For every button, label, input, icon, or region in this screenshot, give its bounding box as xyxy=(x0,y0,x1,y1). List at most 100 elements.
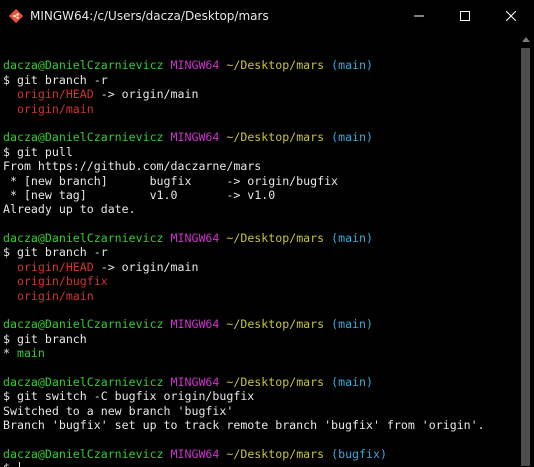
terminal-text: * xyxy=(3,346,17,361)
prompt-host: MINGW64 xyxy=(170,130,220,145)
terminal-line: origin/main xyxy=(3,102,517,116)
terminal-line: dacza@DanielCzarnievicz MINGW64 ~/Deskto… xyxy=(3,231,517,245)
remote-branch-name: origin/HEAD xyxy=(16,87,94,102)
text-cursor xyxy=(18,462,20,467)
minimize-icon xyxy=(414,15,424,16)
local-branch-name: main xyxy=(16,346,45,361)
terminal-line: origin/bugfix xyxy=(3,274,517,288)
terminal-line: * [new tag] v1.0 -> v1.0 xyxy=(3,188,517,202)
prompt-user: dacza@DanielCzarnievicz xyxy=(3,374,164,389)
terminal-output[interactable]: dacza@DanielCzarnievicz MINGW64 ~/Deskto… xyxy=(3,44,517,467)
remote-branch-name: origin/HEAD xyxy=(16,259,94,274)
prompt-user: dacza@DanielCzarnievicz xyxy=(3,231,164,246)
terminal-line: dacza@DanielCzarnievicz MINGW64 ~/Deskto… xyxy=(3,375,517,389)
terminal-text: $ git branch -r xyxy=(3,72,108,87)
maximize-icon xyxy=(460,10,470,21)
prompt-path: ~/Desktop/mars xyxy=(226,446,325,461)
terminal-window: MINGW64:/c/Users/dacza/Desktop/mars dacz… xyxy=(0,0,534,467)
terminal-line: Switched to a new branch 'bugfix' xyxy=(3,404,517,418)
terminal-line: * [new branch] bugfix -> origin/bugfix xyxy=(3,174,517,188)
prompt-path: ~/Desktop/mars xyxy=(226,374,325,389)
prompt-branch: (main) xyxy=(331,130,373,145)
terminal-line: dacza@DanielCzarnievicz MINGW64 ~/Deskto… xyxy=(3,317,517,331)
close-icon xyxy=(506,10,516,21)
prompt-path: ~/Desktop/mars xyxy=(226,130,325,145)
prompt-user: dacza@DanielCzarnievicz xyxy=(3,58,164,73)
terminal-line: $ xyxy=(3,461,517,467)
terminal-text: Branch 'bugfix' set up to track remote b… xyxy=(3,418,485,433)
terminal-text: $ git switch -C bugfix origin/bugfix xyxy=(3,389,255,404)
terminal-text: -> origin/main xyxy=(93,87,199,102)
terminal-text: * [new branch] bugfix -> origin/bugfix xyxy=(3,173,339,188)
window-title: MINGW64:/c/Users/dacza/Desktop/mars xyxy=(30,8,269,23)
terminal-text: From https://github.com/daczarne/mars xyxy=(3,159,262,174)
terminal-text: Switched to a new branch 'bugfix' xyxy=(3,403,234,418)
remote-branch-name: origin/main xyxy=(16,101,94,116)
terminal-line: origin/HEAD -> origin/main xyxy=(3,87,517,101)
maximize-button[interactable] xyxy=(442,0,488,31)
terminal-line: dacza@DanielCzarnievicz MINGW64 ~/Deskto… xyxy=(3,58,517,72)
prompt-path: ~/Desktop/mars xyxy=(226,58,325,73)
terminal-text: $ git branch -r xyxy=(3,245,108,260)
terminal-line: dacza@DanielCzarnievicz MINGW64 ~/Deskto… xyxy=(3,447,517,461)
prompt-branch: (main) xyxy=(331,231,373,246)
minimize-button[interactable] xyxy=(396,0,442,31)
terminal-line: $ git branch -r xyxy=(3,245,517,259)
terminal-line: Already up to date. xyxy=(3,202,517,216)
prompt-user: dacza@DanielCzarnievicz xyxy=(3,130,164,145)
terminal-line: origin/main xyxy=(3,289,517,303)
remote-branch-name: origin/bugfix xyxy=(16,274,108,289)
prompt-host: MINGW64 xyxy=(170,231,220,246)
terminal-line: $ git branch -r xyxy=(3,73,517,87)
prompt-path: ~/Desktop/mars xyxy=(226,231,325,246)
vertical-scrollbar[interactable] xyxy=(517,31,534,467)
terminal-text: Already up to date. xyxy=(3,202,136,217)
scroll-up-arrow-icon[interactable] xyxy=(517,33,534,45)
terminal-line: dacza@DanielCzarnievicz MINGW64 ~/Deskto… xyxy=(3,130,517,144)
prompt-user: dacza@DanielCzarnievicz xyxy=(3,317,164,332)
close-button[interactable] xyxy=(488,0,534,31)
prompt-branch: (main) xyxy=(331,317,373,332)
terminal-line: $ git pull xyxy=(3,145,517,159)
terminal-line: From https://github.com/daczarne/mars xyxy=(3,159,517,173)
terminal-line: origin/HEAD -> origin/main xyxy=(3,260,517,274)
terminal-text: * [new tag] v1.0 -> v1.0 xyxy=(3,187,276,202)
terminal-text: $ xyxy=(3,461,17,467)
terminal-line: * main xyxy=(3,346,517,360)
scrollbar-thumb[interactable] xyxy=(521,48,530,466)
prompt-host: MINGW64 xyxy=(170,317,220,332)
terminal-line: $ git branch xyxy=(3,332,517,346)
prompt-host: MINGW64 xyxy=(170,58,220,73)
terminal-text: $ git branch xyxy=(3,331,87,346)
prompt-host: MINGW64 xyxy=(170,446,220,461)
prompt-user: dacza@DanielCzarnievicz xyxy=(3,446,164,461)
terminal-text: $ git pull xyxy=(3,144,73,159)
terminal-line: Branch 'bugfix' set up to track remote b… xyxy=(3,418,517,432)
prompt-branch: (main) xyxy=(331,374,373,389)
git-bash-icon xyxy=(9,8,23,23)
prompt-path: ~/Desktop/mars xyxy=(226,317,325,332)
remote-branch-name: origin/main xyxy=(16,288,94,303)
terminal-text: -> origin/main xyxy=(93,259,199,274)
prompt-host: MINGW64 xyxy=(170,374,220,389)
prompt-branch: (bugfix) xyxy=(331,446,387,461)
title-bar[interactable]: MINGW64:/c/Users/dacza/Desktop/mars xyxy=(0,0,534,31)
terminal-line: $ git switch -C bugfix origin/bugfix xyxy=(3,389,517,403)
prompt-branch: (main) xyxy=(331,58,373,73)
